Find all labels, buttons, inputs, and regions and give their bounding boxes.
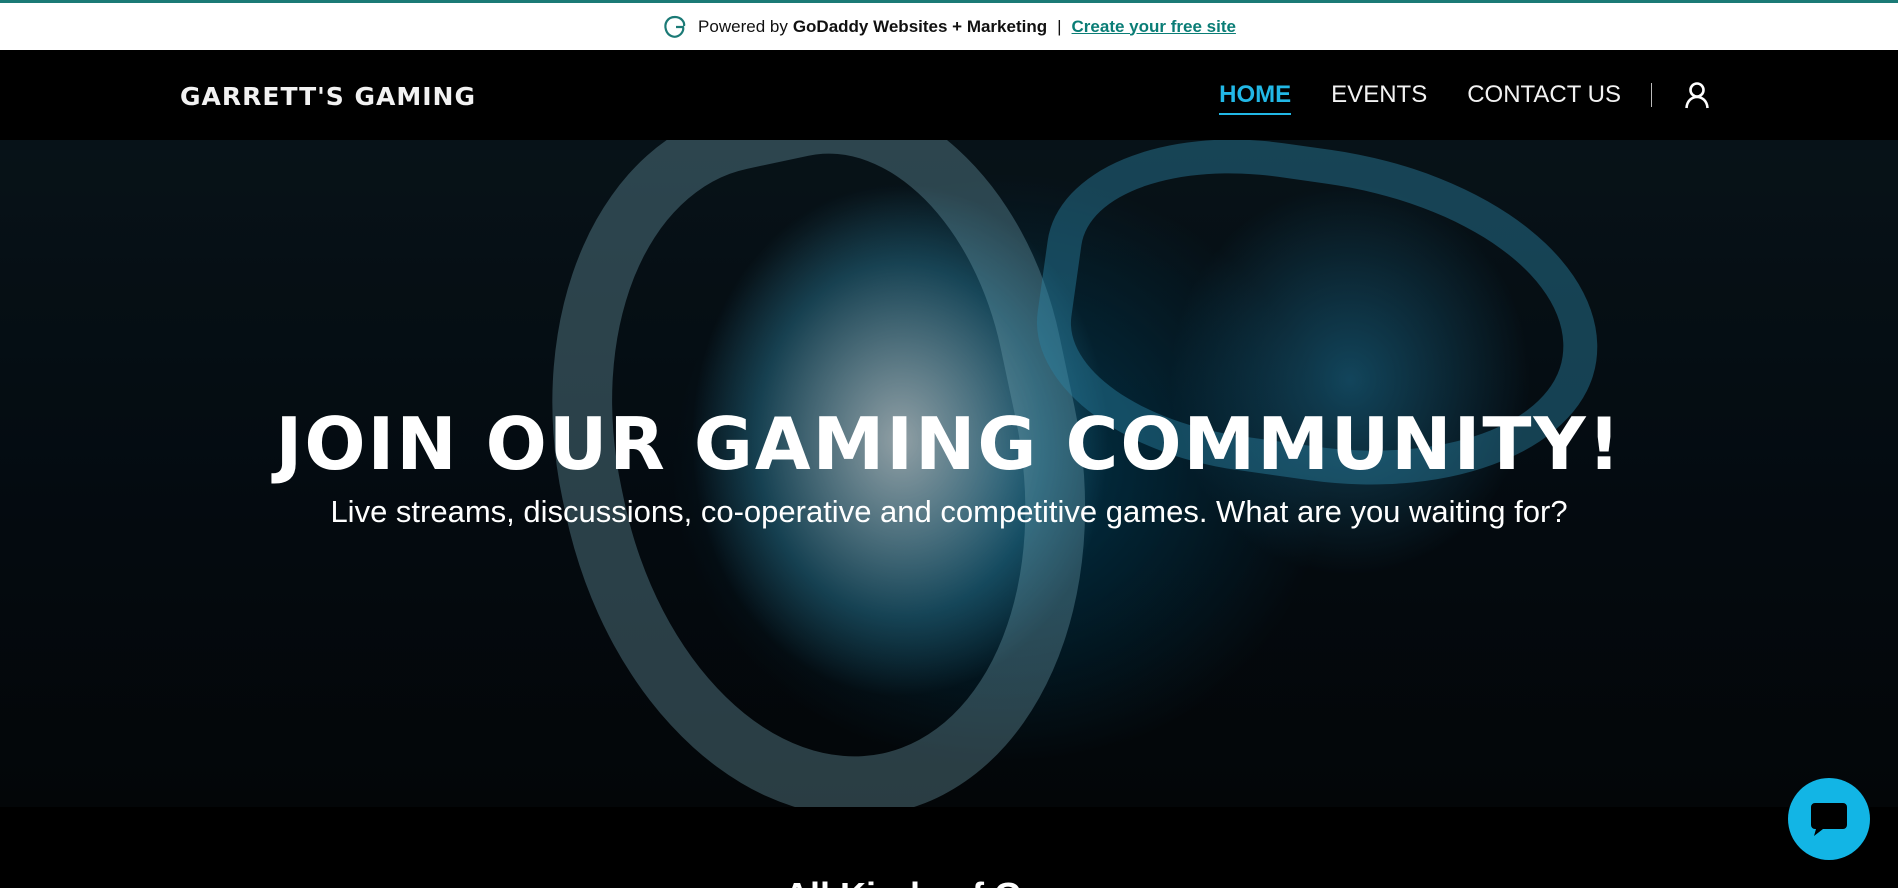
nav-events-link[interactable]: EVENTS xyxy=(1331,81,1427,109)
powered-by-brand: GoDaddy Websites + Marketing xyxy=(792,16,1048,36)
nav-contact-link[interactable]: CONTACT US xyxy=(1467,81,1621,109)
hero-title: JOIN OUR GAMING COMMUNITY! xyxy=(275,402,1623,486)
hero-subtitle: Live streams, discussions, co-operative … xyxy=(330,494,1568,529)
user-icon[interactable] xyxy=(1684,81,1710,109)
games-section: All Kinds of Games xyxy=(0,807,1898,888)
promo-bar: Powered by GoDaddy Websites + Marketing … xyxy=(0,0,1898,50)
powered-by-text: Powered by xyxy=(698,16,788,36)
nav-home-link[interactable]: HOME xyxy=(1219,81,1292,115)
promo-separator: | xyxy=(1057,16,1062,36)
godaddy-logo-icon xyxy=(664,15,686,38)
main-nav: HOME EVENTS CONTACT US xyxy=(1179,50,1710,140)
nav-divider xyxy=(1651,83,1652,107)
site-title[interactable]: GARRETT'S GAMING xyxy=(180,82,476,111)
site-header: GARRETT'S GAMING HOME EVENTS CONTACT US xyxy=(0,50,1898,140)
chat-button[interactable] xyxy=(1788,778,1870,860)
create-free-site-link[interactable]: Create your free site xyxy=(1072,17,1236,37)
section-heading: All Kinds of Games xyxy=(0,875,1898,888)
hero-section: JOIN OUR GAMING COMMUNITY! Live streams,… xyxy=(0,140,1898,807)
chat-bubble-icon xyxy=(1811,803,1847,836)
